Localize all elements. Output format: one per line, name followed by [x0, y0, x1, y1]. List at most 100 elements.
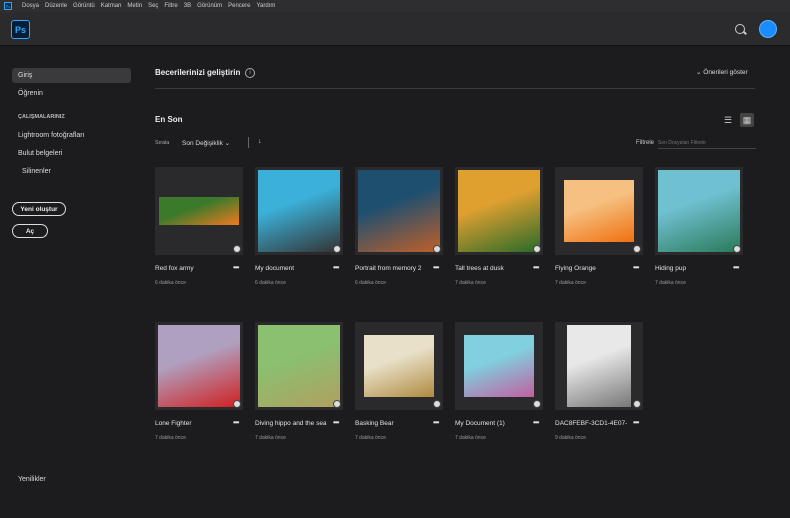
menu-filtre[interactable]: Filtre: [164, 3, 177, 9]
file-card[interactable]: DAC8FEBF-3CD1-4E07-A4... ••• 9 dakika ön…: [555, 322, 643, 410]
file-thumbnail[interactable]: [555, 322, 643, 410]
menu-duzenle[interactable]: Düzenle: [45, 3, 67, 9]
cloud-icon: [433, 400, 441, 408]
file-modified-time: 6 dakika önce: [355, 280, 386, 286]
avatar[interactable]: [759, 20, 777, 38]
file-card[interactable]: Diving hippo and the sea... ••• 7 dakika…: [255, 322, 343, 410]
more-options-icon[interactable]: •••: [533, 418, 538, 427]
cloud-icon: [633, 400, 641, 408]
search-icon[interactable]: [735, 24, 745, 34]
file-thumbnail[interactable]: [455, 322, 543, 410]
whats-new-link[interactable]: Yenilikler: [12, 472, 131, 487]
create-new-button[interactable]: Yeni oluştur: [12, 202, 66, 216]
file-thumbnail[interactable]: [155, 167, 243, 255]
more-options-icon[interactable]: •••: [533, 263, 538, 272]
file-card[interactable]: Hiding pup ••• 7 dakika önce: [655, 167, 743, 255]
more-options-icon[interactable]: •••: [333, 418, 338, 427]
file-modified-time: 7 dakika önce: [555, 280, 586, 286]
menu-dosya[interactable]: Dosya: [22, 3, 39, 9]
more-options-icon[interactable]: •••: [233, 418, 238, 427]
sort-dropdown[interactable]: Son Değişiklik ⌄: [182, 139, 230, 147]
file-name[interactable]: Diving hippo and the sea...: [255, 420, 327, 427]
file-modified-time: 7 dakika önce: [355, 435, 386, 441]
info-icon[interactable]: i: [245, 68, 255, 78]
file-name[interactable]: Lone Fighter: [155, 420, 227, 427]
ps-mini-icon: Ps: [4, 2, 12, 10]
cloud-icon: [433, 245, 441, 253]
sidebar-item-lightroom[interactable]: Lightroom fotoğrafları: [12, 128, 131, 143]
file-thumbnail[interactable]: [255, 322, 343, 410]
file-name[interactable]: DAC8FEBF-3CD1-4E07-A4...: [555, 420, 627, 427]
sort-direction-icon[interactable]: ↓: [258, 138, 262, 145]
file-card[interactable]: My Document (1) ••• 7 dakika önce: [455, 322, 543, 410]
menu-metin[interactable]: Metin: [127, 3, 142, 9]
menu-sec[interactable]: Seç: [148, 3, 158, 9]
artwork-image: [358, 170, 440, 252]
file-thumbnail[interactable]: [255, 167, 343, 255]
file-modified-time: 7 dakika önce: [455, 280, 486, 286]
more-options-icon[interactable]: •••: [633, 263, 638, 272]
cloud-icon: [633, 245, 641, 253]
sort-label: Sırala: [155, 140, 169, 146]
artwork-image: [258, 170, 340, 252]
menu-3b[interactable]: 3B: [184, 3, 191, 9]
file-card[interactable]: Tall trees at dusk ••• 7 dakika önce: [455, 167, 543, 255]
more-options-icon[interactable]: •••: [433, 418, 438, 427]
file-name[interactable]: Flying Orange: [555, 265, 627, 272]
file-name[interactable]: My Document (1): [455, 420, 527, 427]
list-view-icon[interactable]: ☰: [721, 113, 735, 127]
sidebar-item-cloud-docs[interactable]: Bulut belgeleri: [12, 146, 131, 161]
more-options-icon[interactable]: •••: [333, 263, 338, 272]
grid-view-icon[interactable]: ▦: [740, 113, 754, 127]
sidebar-item-deleted[interactable]: Silinenler: [12, 164, 131, 179]
filter-label: Filtrele: [636, 140, 654, 146]
menu-bar: Ps Dosya Düzenle Görüntü Katman Metin Se…: [0, 0, 790, 12]
file-name[interactable]: Portrait from memory 2: [355, 265, 427, 272]
cloud-icon: [233, 400, 241, 408]
more-options-icon[interactable]: •••: [633, 418, 638, 427]
file-thumbnail[interactable]: [655, 167, 743, 255]
file-name[interactable]: Tall trees at dusk: [455, 265, 527, 272]
sort-value: Son Değişiklik: [182, 140, 223, 147]
file-thumbnail[interactable]: [355, 322, 443, 410]
skills-title: Becerilerinizi geliştirin: [155, 68, 240, 77]
divider: [155, 88, 755, 89]
photoshop-logo[interactable]: Ps: [11, 20, 30, 39]
file-name[interactable]: Red fox army: [155, 265, 227, 272]
file-thumbnail[interactable]: [155, 322, 243, 410]
file-card[interactable]: Basking Bear ••• 7 dakika önce: [355, 322, 443, 410]
artwork-image: [159, 197, 239, 225]
file-thumbnail[interactable]: [555, 167, 643, 255]
file-card[interactable]: Portrait from memory 2 ••• 6 dakika önce: [355, 167, 443, 255]
menu-katman[interactable]: Katman: [101, 3, 122, 9]
menu-pencere[interactable]: Pencere: [228, 3, 250, 9]
artwork-image: [658, 170, 740, 252]
cloud-icon: [533, 400, 541, 408]
more-options-icon[interactable]: •••: [233, 263, 238, 272]
separator: [248, 137, 249, 148]
menu-gorunum[interactable]: Görünüm: [197, 3, 222, 9]
more-options-icon[interactable]: •••: [433, 263, 438, 272]
file-modified-time: 7 dakika önce: [255, 435, 286, 441]
menu-yardim[interactable]: Yardım: [256, 3, 275, 9]
file-card[interactable]: My document ••• 6 dakika önce: [255, 167, 343, 255]
filter-input[interactable]: [658, 137, 756, 149]
file-name[interactable]: My document: [255, 265, 327, 272]
more-options-icon[interactable]: •••: [733, 263, 738, 272]
artwork-image: [464, 335, 534, 397]
file-thumbnail[interactable]: [455, 167, 543, 255]
file-modified-time: 6 dakika önce: [255, 280, 286, 286]
open-button[interactable]: Aç: [12, 224, 48, 238]
file-card[interactable]: Lone Fighter ••• 7 dakika önce: [155, 322, 243, 410]
sidebar-item-learn[interactable]: Öğrenin: [12, 86, 131, 101]
file-thumbnail[interactable]: [355, 167, 443, 255]
sidebar-item-home[interactable]: Giriş: [12, 68, 131, 83]
recent-title: En Son: [155, 115, 183, 124]
menu-goruntu[interactable]: Görüntü: [73, 3, 95, 9]
file-card[interactable]: Flying Orange ••• 7 dakika önce: [555, 167, 643, 255]
file-card[interactable]: Red fox army ••• 6 dakika önce: [155, 167, 243, 255]
show-suggestions-button[interactable]: ⌄ Önerileri göster: [696, 68, 748, 76]
main-content: Becerilerinizi geliştirin i ⌄ Önerileri …: [140, 46, 790, 518]
file-name[interactable]: Hiding pup: [655, 265, 727, 272]
file-name[interactable]: Basking Bear: [355, 420, 427, 427]
